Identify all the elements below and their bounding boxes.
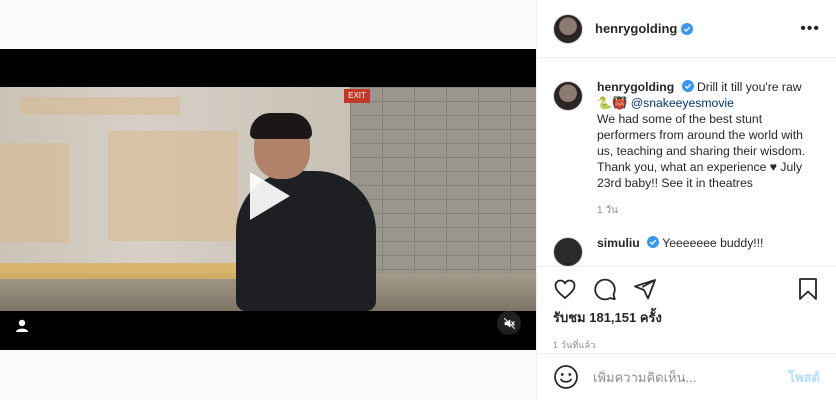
video-person-hair <box>250 113 312 139</box>
post-actions: รับชม 181,151 ครั้ง 1 วันที่แล้ว <box>537 266 836 352</box>
caption-username[interactable]: henrygolding <box>597 80 674 94</box>
user-tag-icon[interactable] <box>12 316 32 336</box>
caption-body: henrygolding Drill it till you're raw 🐍👹… <box>597 79 819 219</box>
caption-text: We had some of the best stunt performers… <box>597 112 805 190</box>
comment-text: Yeeeeeee buddy!!! <box>662 236 764 250</box>
verified-icon <box>681 22 694 35</box>
caption-avatar[interactable] <box>553 81 583 111</box>
post-timestamp[interactable]: 1 วันที่แล้ว <box>553 338 820 352</box>
heart-icon[interactable] <box>545 269 585 309</box>
header-username[interactable]: henrygolding <box>595 21 677 36</box>
comment-body: simuliu Yeeeeeee buddy!!! <box>597 235 819 266</box>
video-panel <box>0 143 70 243</box>
post-button[interactable]: โพสต์ <box>788 367 820 388</box>
caption-emojis: 🐍👹 <box>597 96 628 110</box>
video-panel <box>20 97 180 115</box>
comment-icon[interactable] <box>585 269 625 309</box>
avatar[interactable] <box>553 13 583 44</box>
post-header: henrygolding ••• <box>537 0 836 58</box>
smile-icon[interactable] <box>553 364 579 390</box>
share-icon[interactable] <box>625 269 665 309</box>
mute-icon[interactable] <box>497 311 521 335</box>
exit-sign: EXIT <box>344 89 370 103</box>
caption-line1: Drill it till you're raw <box>696 80 802 94</box>
caption-time: 1 วัน <box>597 205 618 216</box>
media-column: EXIT <box>0 0 536 400</box>
post-sidebar: henrygolding ••• henrygolding Drill it t… <box>536 0 836 400</box>
comment-avatar[interactable] <box>553 237 583 266</box>
view-count[interactable]: รับชม 181,151 ครั้ง <box>553 307 820 328</box>
comments-list[interactable]: henrygolding Drill it till you're raw 🐍👹… <box>537 59 836 266</box>
play-icon[interactable] <box>238 166 298 226</box>
comment-input[interactable] <box>593 369 789 385</box>
more-icon[interactable]: ••• <box>800 20 820 37</box>
comment-item: simuliu Yeeeeeee buddy!!! <box>553 235 820 266</box>
action-icons <box>545 267 820 311</box>
video-panel <box>108 131 238 241</box>
add-comment-bar: โพสต์ <box>537 353 836 400</box>
bookmark-icon[interactable] <box>788 269 828 309</box>
comment-username[interactable]: simuliu <box>597 236 640 250</box>
caption-mention[interactable]: @snakeeyesmovie <box>631 96 734 110</box>
verified-icon <box>681 80 694 92</box>
verified-icon <box>647 236 660 248</box>
caption: henrygolding Drill it till you're raw 🐍👹… <box>553 79 820 219</box>
